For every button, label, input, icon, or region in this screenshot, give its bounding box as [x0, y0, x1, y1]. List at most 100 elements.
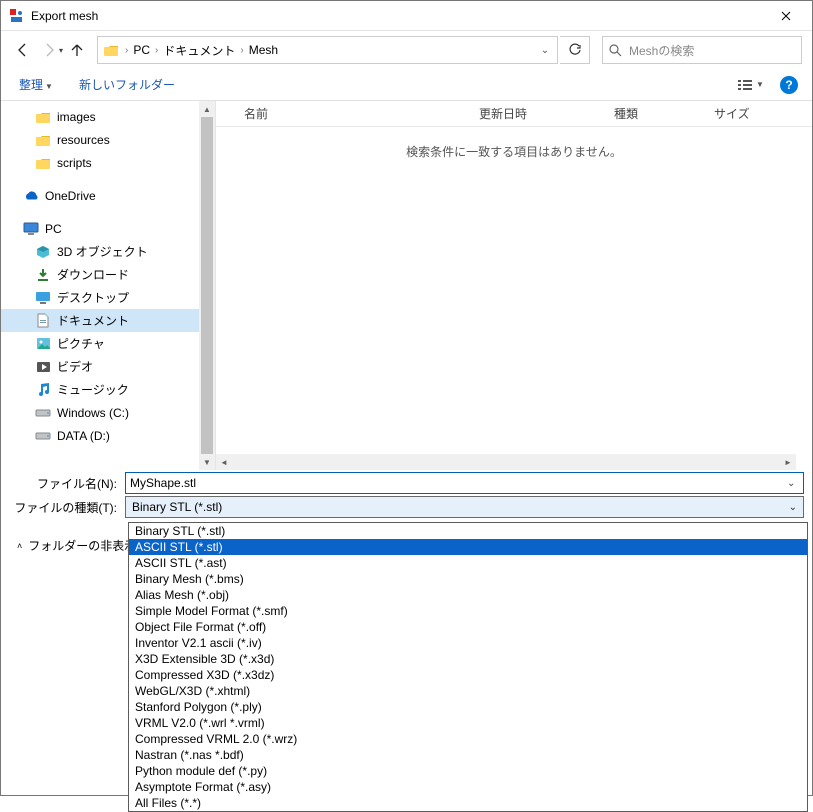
tree-item[interactable]: resources [1, 128, 215, 151]
filetype-select[interactable]: Binary STL (*.stl) ⌄ [125, 496, 804, 518]
folder-icon [35, 109, 51, 125]
tree-label: resources [57, 133, 110, 147]
hide-folders-button[interactable]: フォルダーの非表示 [28, 537, 136, 554]
drive-icon [35, 428, 51, 444]
tree-label: scripts [57, 156, 92, 170]
sidebar-scrollbar[interactable]: ▲ ▼ [199, 101, 215, 470]
scroll-left-icon[interactable]: ◄ [216, 454, 232, 470]
filetype-dropdown[interactable]: Binary STL (*.stl)ASCII STL (*.stl)ASCII… [128, 522, 808, 812]
tree-item[interactable]: Windows (C:) [1, 401, 215, 424]
filetype-option[interactable]: Object File Format (*.off) [129, 619, 807, 635]
nav-row: ▾ › PC › ドキュメント › Mesh ⌄ Meshの検索 [1, 31, 812, 69]
col-size[interactable]: サイズ [714, 105, 812, 122]
file-hscrollbar[interactable]: ◄ ► [216, 454, 796, 470]
filetype-option[interactable]: Alias Mesh (*.obj) [129, 587, 807, 603]
organize-button[interactable]: 整理▼ [15, 74, 57, 95]
desktop-icon [35, 290, 51, 306]
tree-item[interactable]: ピクチャ [1, 332, 215, 355]
chevron-right-icon[interactable]: › [237, 45, 246, 56]
view-mode-button[interactable]: ▼ [732, 74, 770, 96]
filetype-value: Binary STL (*.stl) [132, 500, 789, 514]
column-headers: 名前 更新日時 種類 サイズ [216, 101, 812, 127]
filetype-option[interactable]: X3D Extensible 3D (*.x3d) [129, 651, 807, 667]
music-icon [35, 382, 51, 398]
filename-input-wrap[interactable]: ⌄ [125, 472, 804, 494]
scroll-right-icon[interactable]: ► [780, 454, 796, 470]
filetype-option[interactable]: Simple Model Format (*.smf) [129, 603, 807, 619]
filetype-option[interactable]: Nastran (*.nas *.bdf) [129, 747, 807, 763]
titlebar: Export mesh [1, 1, 812, 31]
filename-input[interactable] [130, 476, 783, 490]
filetype-option[interactable]: Compressed VRML 2.0 (*.wrz) [129, 731, 807, 747]
refresh-button[interactable] [560, 36, 590, 64]
app-icon [9, 8, 25, 24]
filetype-option[interactable]: ASCII STL (*.stl) [129, 539, 807, 555]
filetype-option[interactable]: Binary Mesh (*.bms) [129, 571, 807, 587]
toolbar: 整理▼ 新しいフォルダー ▼ ? [1, 69, 812, 101]
folder-icon [35, 155, 51, 171]
filetype-option[interactable]: Compressed X3D (*.x3dz) [129, 667, 807, 683]
scroll-down-icon[interactable]: ▼ [199, 454, 215, 470]
search-box[interactable]: Meshの検索 [602, 36, 802, 64]
close-button[interactable] [764, 1, 808, 31]
filetype-option[interactable]: WebGL/X3D (*.xhtml) [129, 683, 807, 699]
address-bar[interactable]: › PC › ドキュメント › Mesh ⌄ [97, 36, 558, 64]
tree-label: ダウンロード [57, 266, 129, 283]
folder-icon [35, 132, 51, 148]
scroll-thumb[interactable] [201, 117, 213, 454]
scroll-up-icon[interactable]: ▲ [199, 101, 215, 117]
help-button[interactable]: ? [780, 76, 798, 94]
tree-item[interactable]: 3D オブジェクト [1, 240, 215, 263]
tree-label: ミュージック [57, 381, 129, 398]
filetype-option[interactable]: Stanford Polygon (*.ply) [129, 699, 807, 715]
window-title: Export mesh [31, 9, 764, 23]
search-placeholder: Meshの検索 [629, 42, 694, 59]
tree-label: ピクチャ [57, 335, 105, 352]
filetype-option[interactable]: Binary STL (*.stl) [129, 523, 807, 539]
filetype-option[interactable]: Asymptote Format (*.asy) [129, 779, 807, 795]
up-button[interactable] [65, 38, 89, 62]
document-icon [35, 313, 51, 329]
filetype-option[interactable]: All Files (*.*) [129, 795, 807, 811]
new-folder-button[interactable]: 新しいフォルダー [75, 74, 179, 95]
address-dropdown[interactable]: ⌄ [537, 45, 553, 56]
filetype-label: ファイルの種類(T): [5, 499, 125, 516]
tree-item[interactable]: ミュージック [1, 378, 215, 401]
breadcrumb-pc[interactable]: PC [131, 43, 152, 57]
tree-item[interactable]: ドキュメント [1, 309, 215, 332]
chevron-right-icon[interactable]: › [152, 45, 161, 56]
breadcrumb-mesh[interactable]: Mesh [247, 43, 280, 57]
breadcrumb-documents[interactable]: ドキュメント [161, 42, 237, 59]
tree-item[interactable]: ダウンロード [1, 263, 215, 286]
col-name[interactable]: 名前 [244, 105, 479, 122]
chevron-up-icon[interactable]: ˄ [17, 541, 22, 551]
cube-icon [35, 244, 51, 260]
tree-item[interactable]: PC [1, 217, 215, 240]
download-icon [35, 267, 51, 283]
file-list-pane: 名前 更新日時 種類 サイズ 検索条件に一致する項目はありません。 ◄ ► [216, 101, 812, 470]
tree-item[interactable]: images [1, 105, 215, 128]
filetype-option[interactable]: Python module def (*.py) [129, 763, 807, 779]
tree-item[interactable]: DATA (D:) [1, 424, 215, 447]
filename-dropdown[interactable]: ⌄ [783, 478, 799, 489]
chevron-down-icon: ⌄ [789, 502, 797, 513]
forward-button[interactable] [37, 38, 61, 62]
col-date[interactable]: 更新日時 [479, 105, 614, 122]
filetype-option[interactable]: VRML V2.0 (*.wrl *.vrml) [129, 715, 807, 731]
filetype-option[interactable]: Inventor V2.1 ascii (*.iv) [129, 635, 807, 651]
tree-item[interactable]: ビデオ [1, 355, 215, 378]
tree-label: DATA (D:) [57, 429, 110, 443]
folder-tree: images resources scripts OneDrive PC 3D オブジェク… [1, 101, 216, 470]
filetype-option[interactable]: ASCII STL (*.ast) [129, 555, 807, 571]
tree-item[interactable]: scripts [1, 151, 215, 174]
chevron-right-icon[interactable]: › [122, 45, 131, 56]
tree-label: 3D オブジェクト [57, 243, 148, 260]
col-type[interactable]: 種類 [614, 105, 714, 122]
pc-icon [23, 221, 39, 237]
back-button[interactable] [11, 38, 35, 62]
tree-item[interactable]: OneDrive [1, 184, 215, 207]
drive-icon [35, 405, 51, 421]
tree-label: images [57, 110, 96, 124]
tree-item[interactable]: デスクトップ [1, 286, 215, 309]
recent-dropdown[interactable]: ▾ [59, 46, 63, 55]
